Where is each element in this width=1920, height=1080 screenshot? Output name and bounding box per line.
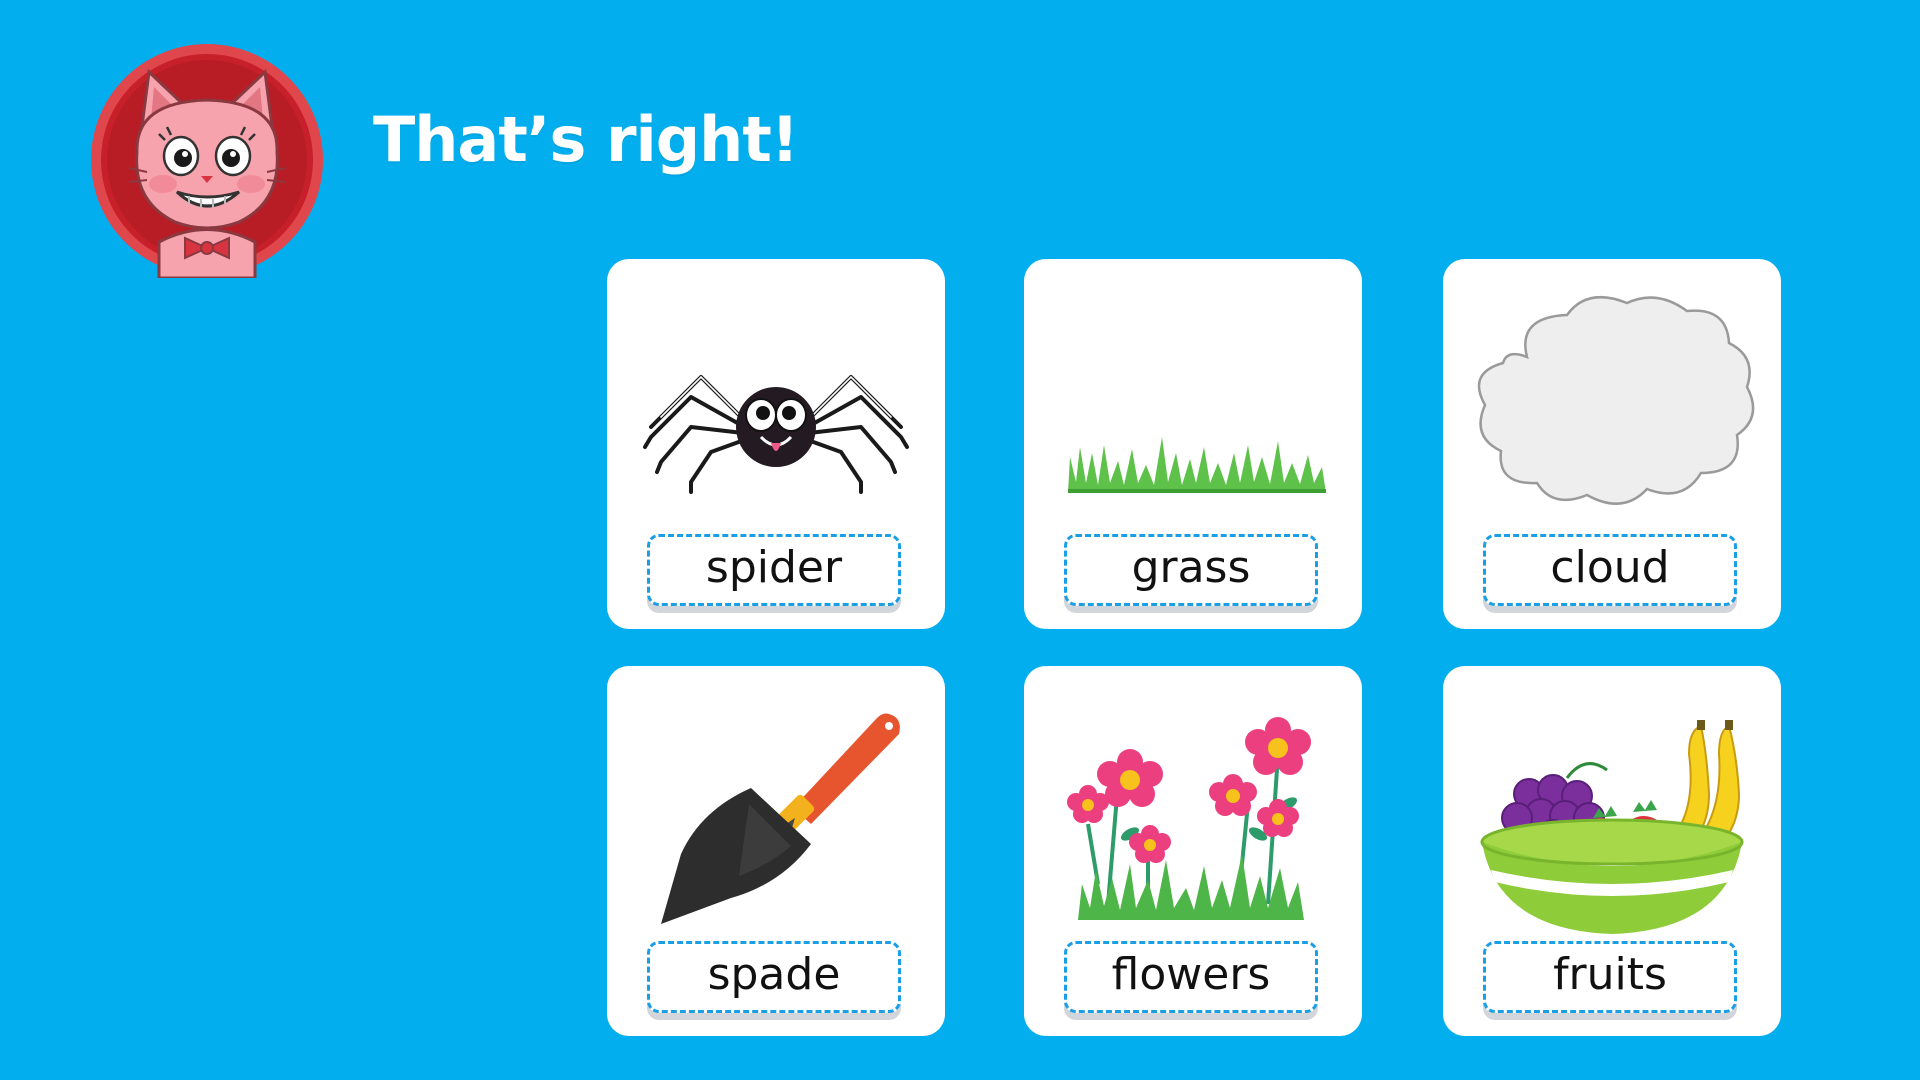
word-card-spade[interactable]: spade: [607, 666, 945, 1036]
pink-cat-character-icon: [91, 44, 323, 278]
word-card-flowers[interactable]: flowers: [1024, 666, 1362, 1036]
cloud-icon: [1457, 277, 1767, 547]
word-label-box: spider: [647, 534, 901, 606]
grass-icon: [1038, 277, 1348, 547]
feedback-message: That’s right!: [373, 103, 799, 176]
word-card-fruits[interactable]: fruits: [1443, 666, 1781, 1036]
word-card-spider[interactable]: spider: [607, 259, 945, 629]
word-label: flowers: [1111, 949, 1271, 1000]
word-card-grass[interactable]: grass: [1024, 259, 1362, 629]
spider-icon: [621, 277, 931, 547]
word-label: grass: [1131, 542, 1251, 593]
word-label-box: flowers: [1064, 941, 1318, 1013]
word-label-box: grass: [1064, 534, 1318, 606]
word-label: spade: [707, 949, 841, 1000]
word-label: spider: [705, 542, 843, 593]
word-label-box: fruits: [1483, 941, 1737, 1013]
word-label: cloud: [1550, 542, 1670, 593]
word-label-box: cloud: [1483, 534, 1737, 606]
flowers-icon: [1038, 684, 1348, 954]
word-label: fruits: [1553, 949, 1667, 1000]
word-card-cloud[interactable]: cloud: [1443, 259, 1781, 629]
fruit-bowl-icon: [1457, 684, 1767, 954]
cat-avatar: [89, 42, 325, 278]
spade-icon: [621, 684, 931, 954]
word-label-box: spade: [647, 941, 901, 1013]
